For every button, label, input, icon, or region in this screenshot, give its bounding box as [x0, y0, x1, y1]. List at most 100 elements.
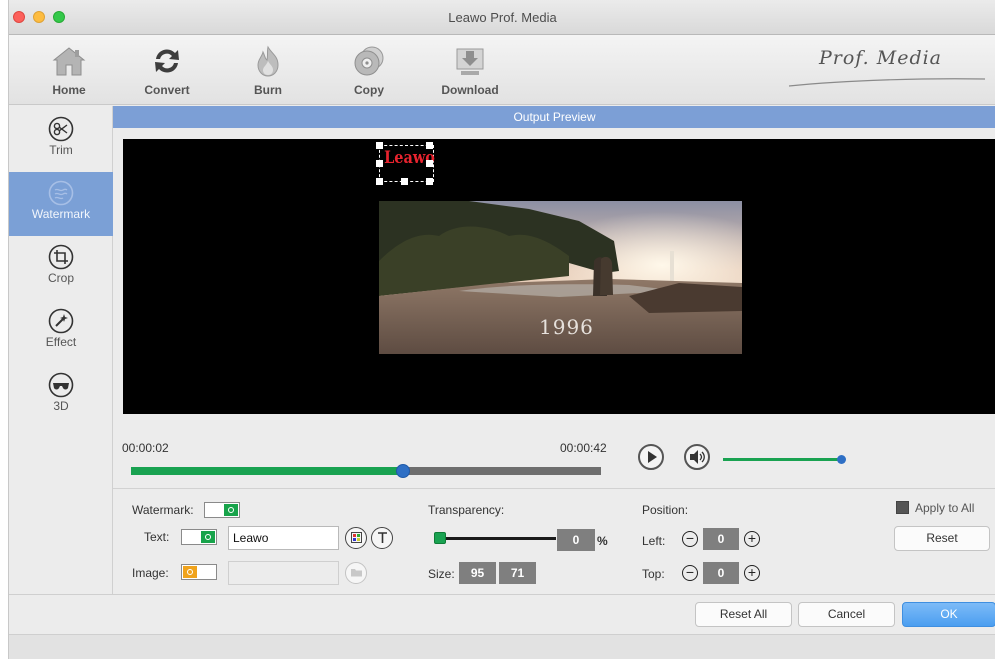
edit-sidebar: Trim Watermark Crop Effect 3D [9, 106, 113, 594]
volume-slider[interactable] [723, 455, 846, 464]
sidebar-item-crop[interactable]: Crop [9, 236, 113, 300]
sidebar-label-watermark: Watermark [31, 207, 91, 221]
toolbar-convert-label: Convert [144, 83, 190, 97]
home-icon [52, 47, 86, 76]
watermark-toggle[interactable] [204, 502, 240, 518]
image-toggle[interactable] [181, 564, 217, 580]
watermark-text-input[interactable] [228, 526, 339, 550]
main-toolbar: Home Convert Burn Copy Download Prof. Me… [9, 35, 995, 105]
video-caption: 1996 [539, 315, 594, 339]
sidebar-label-3d: 3D [53, 399, 69, 413]
top-decrease-button[interactable]: − [682, 565, 698, 581]
reset-all-button[interactable]: Reset All [695, 602, 792, 627]
toolbar-burn-button[interactable]: Burn [228, 41, 308, 101]
watermark-label: Watermark: [132, 503, 194, 517]
transparency-slider[interactable] [434, 532, 556, 544]
image-browse-button[interactable] [345, 562, 367, 584]
speaker-icon [690, 450, 705, 464]
resize-handle-top-right[interactable] [426, 142, 433, 149]
total-time: 00:00:42 [560, 441, 607, 455]
folder-icon [350, 569, 362, 577]
toolbar-convert-button[interactable]: Convert [127, 41, 207, 101]
size-label: Size: [428, 567, 455, 581]
convert-icon [155, 49, 179, 73]
size-height-value[interactable]: 71 [499, 562, 536, 584]
left-increase-button[interactable]: + [744, 531, 760, 547]
watermark-overlay[interactable]: Leawo [376, 142, 435, 185]
toolbar-home-label: Home [52, 83, 86, 97]
font-icon [377, 532, 387, 543]
position-label: Position: [642, 503, 689, 517]
sidebar-item-trim[interactable]: Trim [9, 108, 113, 172]
window-title: Leawo Prof. Media [448, 10, 557, 25]
timeline-slider[interactable] [131, 464, 601, 478]
ok-button[interactable]: OK [902, 602, 995, 627]
transparency-value[interactable]: 0 [557, 529, 595, 551]
apply-to-all-label: Apply to All [915, 501, 975, 515]
resize-handle-right[interactable] [426, 160, 433, 167]
image-label: Image: [132, 566, 169, 580]
play-icon [648, 451, 657, 463]
sidebar-item-watermark[interactable]: Watermark [9, 172, 113, 236]
brand-logo: Prof. Media [819, 47, 943, 69]
sidebar-item-effect[interactable]: Effect [9, 300, 113, 364]
left-value[interactable]: 0 [703, 528, 739, 550]
sidebar-item-3d[interactable]: 3D [9, 364, 113, 428]
scissors-icon [48, 116, 74, 142]
toolbar-download-label: Download [441, 83, 499, 97]
text-label: Text: [144, 530, 170, 544]
text-color-button[interactable] [345, 527, 367, 549]
video-preview: 1996 Leawo [123, 139, 995, 414]
timeline-progress [131, 467, 403, 475]
effect-icon [48, 308, 74, 334]
cancel-button[interactable]: Cancel [798, 602, 895, 627]
left-decrease-button[interactable]: − [682, 531, 698, 547]
status-bar [9, 634, 995, 659]
resize-handle-top-left[interactable] [376, 142, 383, 149]
play-button[interactable] [638, 444, 664, 470]
video-frame: 1996 [379, 201, 742, 354]
toolbar-download-button[interactable]: Download [430, 41, 510, 101]
toolbar-copy-label: Copy [354, 83, 384, 97]
sidebar-label-effect: Effect [45, 335, 77, 349]
volume-knob[interactable] [837, 455, 846, 464]
toolbar-burn-label: Burn [254, 83, 282, 97]
download-icon [456, 48, 484, 75]
resize-handle-bottom-right[interactable] [426, 178, 433, 185]
output-preview-header: Output Preview [113, 106, 995, 128]
app-window: Leawo Prof. Media Home Convert Burn Copy… [8, 0, 995, 659]
sidebar-label-crop: Crop [47, 271, 74, 285]
size-width-value[interactable]: 95 [459, 562, 496, 584]
left-label: Left: [642, 534, 666, 548]
volume-button[interactable] [684, 444, 710, 470]
settings-divider [113, 488, 995, 489]
watermark-overlay-text: Leawo [384, 148, 435, 168]
transparency-unit: % [597, 534, 608, 548]
dialog-footer: Reset All Cancel OK [9, 594, 995, 634]
transparency-slider-knob[interactable] [434, 532, 446, 544]
resize-handle-bottom[interactable] [401, 178, 408, 185]
apply-to-all-checkbox[interactable] [896, 501, 909, 514]
toolbar-home-button[interactable]: Home [29, 41, 109, 101]
resize-handle-bottom-left[interactable] [376, 178, 383, 185]
crop-icon [48, 244, 74, 270]
copy-icon [354, 46, 384, 76]
toolbar-copy-button[interactable]: Copy [329, 41, 409, 101]
watermark-icon [48, 180, 74, 206]
timeline-knob[interactable] [395, 464, 410, 478]
title-bar: Leawo Prof. Media [9, 0, 995, 35]
sidebar-label-trim: Trim [49, 143, 73, 157]
burn-icon [257, 45, 279, 77]
current-time: 00:00:02 [122, 441, 169, 455]
text-toggle[interactable] [181, 529, 217, 545]
resize-handle-left[interactable] [376, 160, 383, 167]
transparency-label: Transparency: [428, 503, 505, 517]
brand-swoosh [788, 78, 986, 87]
top-label: Top: [642, 567, 665, 581]
top-increase-button[interactable]: + [744, 565, 760, 581]
reset-button[interactable]: Reset [894, 526, 990, 551]
text-font-button[interactable] [371, 527, 393, 549]
color-palette-icon [350, 532, 362, 543]
top-value[interactable]: 0 [703, 562, 739, 584]
image-path-input[interactable] [228, 561, 339, 585]
